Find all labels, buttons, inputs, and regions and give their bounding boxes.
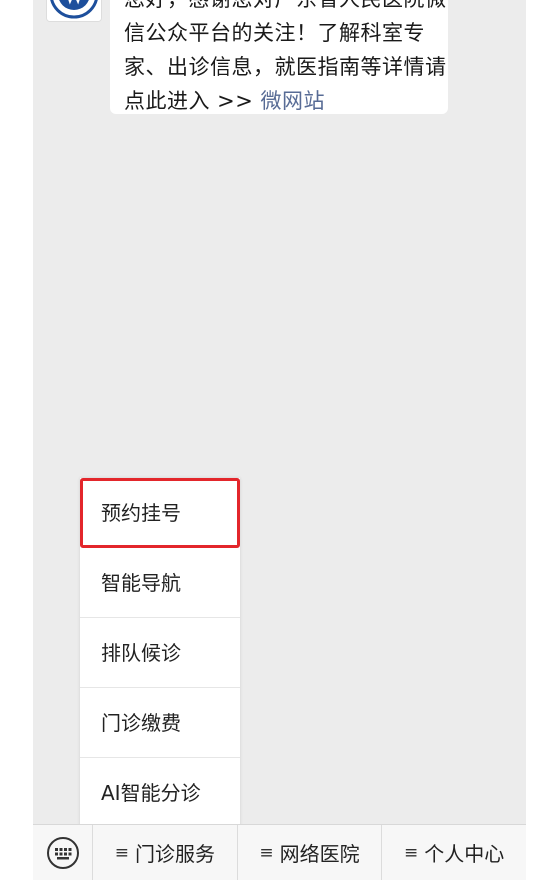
tab-personal-center[interactable]: ≡ 个人中心 (382, 825, 526, 880)
menu-item-queue[interactable]: 排队候诊 (80, 618, 240, 688)
keyboard-toggle-button[interactable] (33, 824, 93, 880)
tab-label: 网络医院 (279, 842, 360, 866)
tab-clinic-services[interactable]: ≡ 门诊服务 (93, 824, 238, 880)
message-link-prefix: 点此进入 >> (124, 89, 261, 113)
message-line-3: 家、出诊信息，就医指南等详情请 (124, 55, 447, 79)
menu-lines-icon: ≡ (259, 842, 274, 863)
menu-item-payment[interactable]: 门诊缴费 (80, 688, 240, 758)
left-margin (0, 0, 33, 880)
menu-item-ai-triage[interactable]: AI智能分诊 (80, 758, 240, 828)
keyboard-icon (46, 836, 79, 869)
welcome-message-bubble: 您好，感谢您对广东省人民医院微 信公众平台的关注！了解科室专 家、出诊信息，就医… (110, 0, 448, 114)
micro-site-link[interactable]: 微网站 (261, 89, 326, 113)
message-line-4: 点此进入 >> 微网站 (124, 84, 434, 114)
menu-item-smart-navigation[interactable]: 智能导航 (80, 548, 240, 618)
message-line-2: 信公众平台的关注！了解科室专 (124, 21, 425, 45)
hospital-avatar[interactable] (46, 0, 102, 22)
tab-label: 个人中心 (424, 842, 505, 866)
menu-item-appointment[interactable]: 预约挂号 (80, 478, 240, 548)
bottom-menu-bar: ≡ 门诊服务 ≡ 网络医院 ≡ 个人中心 (33, 824, 526, 880)
tab-online-hospital[interactable]: ≡ 网络医院 (238, 824, 383, 880)
right-margin (526, 0, 559, 880)
menu-lines-icon: ≡ (404, 842, 419, 863)
tab-label: 门诊服务 (134, 842, 215, 866)
message-line-1: 您好，感谢您对广东省人民医院微 (124, 0, 446, 16)
clinic-service-popup-menu: 预约挂号 智能导航 排队候诊 门诊缴费 AI智能分诊 (80, 478, 240, 828)
hospital-logo-icon (47, 0, 101, 21)
screen: 您好，感谢您对广东省人民医院微 信公众平台的关注！了解科室专 家、出诊信息，就医… (0, 0, 559, 880)
menu-lines-icon: ≡ (114, 842, 129, 863)
